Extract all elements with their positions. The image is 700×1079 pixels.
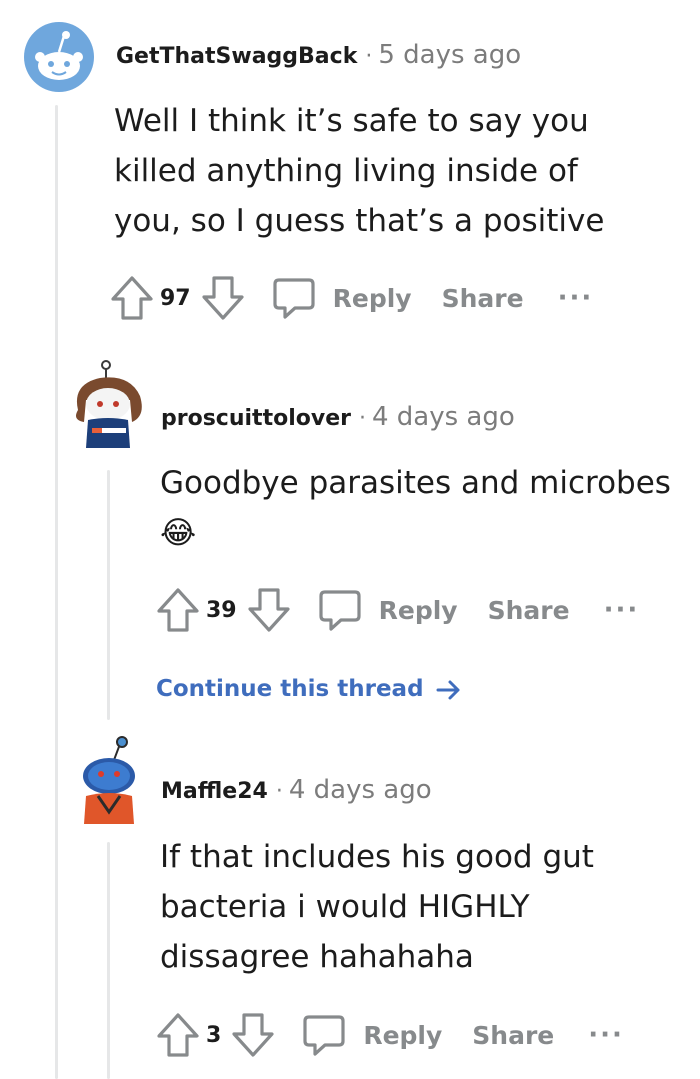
upvote-arrow-icon xyxy=(111,276,153,320)
comment-body: If that includes his good gut bacteria i… xyxy=(160,832,594,982)
comment-line: Well I think it’s safe to say you xyxy=(114,103,589,139)
comment-body: Well I think it’s safe to say you killed… xyxy=(114,96,604,246)
vote-score: 97 xyxy=(160,285,191,311)
upvote-button[interactable] xyxy=(156,1012,200,1058)
downvote-button[interactable] xyxy=(231,1012,275,1058)
share-button[interactable]: Share xyxy=(488,596,570,625)
comment-actions: 97 Reply Share ··· xyxy=(110,273,593,323)
comment-bubble-icon xyxy=(303,1015,345,1056)
more-options-button[interactable]: ··· xyxy=(604,595,640,625)
upvote-button[interactable] xyxy=(156,587,200,633)
vote-score: 3 xyxy=(206,1022,222,1048)
comment-header: proscuittolover · 4 days ago xyxy=(161,402,515,432)
timestamp[interactable]: 4 days ago xyxy=(372,402,515,432)
reply-button[interactable]: Reply xyxy=(301,1013,442,1057)
thread-line-reply-1[interactable] xyxy=(107,470,110,720)
comment-header: Maffle24 · 4 days ago xyxy=(161,775,432,805)
downvote-arrow-icon xyxy=(248,588,290,632)
avatar[interactable] xyxy=(76,734,142,826)
comment-actions: 39 Reply Share ··· xyxy=(156,585,639,635)
downvote-arrow-icon xyxy=(202,276,244,320)
user-avatar-icon xyxy=(83,736,135,824)
downvote-button[interactable] xyxy=(247,587,291,633)
author-name[interactable]: GetThatSwaggBack xyxy=(116,44,357,69)
separator-dot: · xyxy=(365,44,373,69)
continue-thread-link[interactable]: Continue this thread xyxy=(156,676,462,702)
reply-button[interactable]: Reply xyxy=(271,276,412,320)
reply-label: Reply xyxy=(378,595,458,625)
more-options-button[interactable]: ··· xyxy=(588,1020,624,1050)
comment-bubble-icon xyxy=(273,278,315,319)
more-options-button[interactable]: ··· xyxy=(558,283,594,313)
comment-line: Goodbye parasites and microbes xyxy=(160,465,671,501)
upvote-button[interactable] xyxy=(110,275,154,321)
reply-label: Reply xyxy=(332,283,412,313)
share-button[interactable]: Share xyxy=(442,284,524,313)
comment-line: killed anything living inside of xyxy=(114,153,578,189)
snoo-avatar-icon xyxy=(24,22,94,92)
comment-actions: 3 Reply Share ··· xyxy=(156,1010,624,1060)
author-name[interactable]: Maffle24 xyxy=(161,779,268,804)
downvote-arrow-icon xyxy=(232,1013,274,1057)
timestamp[interactable]: 4 days ago xyxy=(289,775,432,805)
comment-line: If that includes his good gut xyxy=(160,839,594,875)
share-button[interactable]: Share xyxy=(472,1021,554,1050)
separator-dot: · xyxy=(358,406,366,431)
continue-thread-label: Continue this thread xyxy=(156,676,424,702)
avatar[interactable] xyxy=(68,360,148,450)
user-avatar-icon xyxy=(76,360,142,448)
separator-dot: · xyxy=(275,779,283,804)
timestamp[interactable]: 5 days ago xyxy=(378,40,521,70)
avatar[interactable] xyxy=(24,22,94,92)
thread-line-root[interactable] xyxy=(55,105,58,1079)
upvote-arrow-icon xyxy=(157,588,199,632)
comment-line: bacteria i would HIGHLY xyxy=(160,889,530,925)
arrow-right-icon xyxy=(436,679,462,701)
thread-line-reply-2[interactable] xyxy=(107,842,110,1079)
comment-line: you, so I guess that’s a positive xyxy=(114,203,605,239)
comment-header: GetThatSwaggBack · 5 days ago xyxy=(116,40,521,70)
downvote-button[interactable] xyxy=(201,275,245,321)
reply-button[interactable]: Reply xyxy=(317,588,458,632)
vote-score: 39 xyxy=(206,597,237,623)
comment-body: Goodbye parasites and microbes 😂 xyxy=(160,458,671,558)
comment-line: dissagree hahahaha xyxy=(160,939,474,975)
author-name[interactable]: proscuittolover xyxy=(161,406,351,431)
comment-bubble-icon xyxy=(319,590,361,631)
upvote-arrow-icon xyxy=(157,1013,199,1057)
reply-label: Reply xyxy=(363,1020,443,1050)
emoji: 😂 xyxy=(160,515,197,551)
